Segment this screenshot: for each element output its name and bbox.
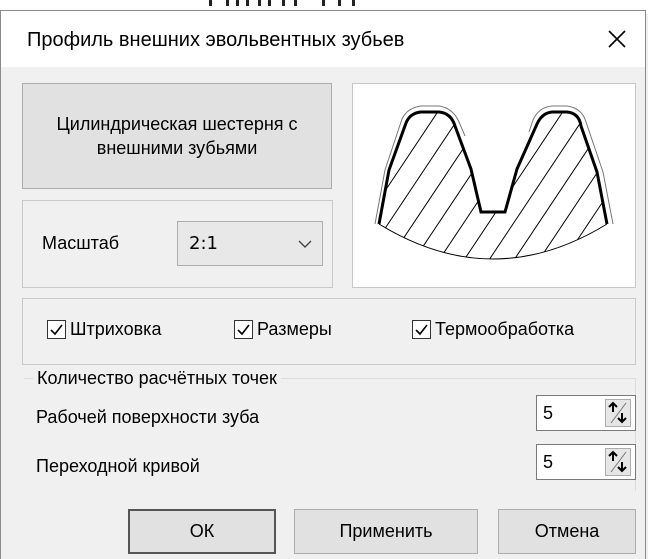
hatching-label: Штриховка [70, 319, 162, 339]
working-surface-spinner[interactable]: 5 [536, 395, 636, 431]
scale-label: Масштаб [42, 233, 120, 253]
checkmark-icon [237, 324, 250, 336]
transition-curve-spinner[interactable]: 5 [536, 444, 636, 480]
scale-group: Масштаб 2:1 [22, 200, 333, 288]
gear-profile-dialog: Профиль внешних эвольвентных зубьев Цили… [0, 10, 646, 559]
transition-curve-label: Переходной кривой [36, 456, 200, 476]
hatching-checkbox[interactable]: Штриховка [47, 319, 161, 340]
calc-points-legend: Количество расчётных точек [33, 368, 281, 389]
spin-arrows-icon [608, 450, 627, 473]
close-icon [608, 30, 626, 48]
apply-label: Применить [339, 521, 433, 541]
title-bar: Профиль внешних эвольвентных зубьев [1, 11, 645, 67]
transition-curve-value: 5 [543, 452, 554, 472]
gear-type-label: Цилиндрическая шестерня с внешними зубья… [56, 114, 298, 158]
heat-treatment-checkbox[interactable]: Термообработка [412, 319, 574, 340]
chevron-down-icon [298, 240, 312, 248]
checkmark-icon [415, 324, 428, 336]
ok-button[interactable]: ОК [128, 509, 276, 554]
working-surface-value: 5 [543, 403, 554, 423]
scale-select[interactable]: 2:1 [177, 221, 323, 266]
tooth-profile-preview [352, 83, 636, 288]
heat-treatment-label: Термообработка [435, 319, 575, 339]
checkbox-box [412, 320, 431, 339]
scale-value: 2:1 [189, 233, 218, 254]
cancel-button[interactable]: Отмена [498, 509, 636, 554]
gear-tooth-profile-preview [374, 105, 614, 260]
cancel-label: Отмена [534, 521, 600, 541]
dimensions-checkbox[interactable]: Размеры [234, 319, 332, 340]
ok-label: ОК [189, 521, 215, 541]
checkbox-box [47, 320, 66, 339]
dialog-title: Профиль внешних эвольвентных зубьев [27, 29, 405, 51]
spin-arrows-icon [608, 401, 627, 424]
spin-arrows-button[interactable] [605, 448, 631, 476]
close-button[interactable] [589, 11, 645, 67]
gear-type-button[interactable]: Цилиндрическая шестерня с внешними зубья… [22, 83, 332, 189]
options-group: Штриховка Размеры Термообработка [22, 298, 636, 365]
working-surface-label: Рабочей поверхности зуба [36, 407, 260, 427]
checkmark-icon [50, 324, 63, 336]
apply-button[interactable]: Применить [294, 509, 478, 554]
dimensions-label: Размеры [257, 319, 332, 339]
spin-arrows-button[interactable] [605, 399, 631, 427]
checkbox-box [234, 320, 253, 339]
